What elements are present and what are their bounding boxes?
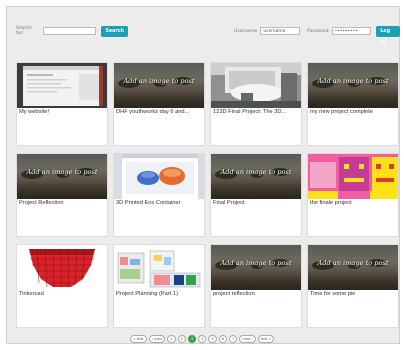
project-title[interactable]: Time for some pie <box>308 290 398 297</box>
page-2[interactable]: 2 <box>177 335 186 343</box>
placeholder-text: Add an image to post <box>123 77 195 85</box>
placeholder-text: Add an image to post <box>26 168 98 176</box>
project-thumbnail[interactable] <box>17 63 107 108</box>
page-4[interactable]: 4 <box>198 335 207 343</box>
page-prev[interactable]: ‹ prev <box>148 335 166 343</box>
username-field[interactable]: username <box>260 27 301 35</box>
tinkercad-model-thumb <box>17 245 107 290</box>
placeholder-text: Add an image to post <box>317 259 389 267</box>
project-card[interactable]: 3D Printed Eos Container <box>113 153 205 237</box>
project-thumbnail[interactable]: Add an image to post <box>308 63 398 108</box>
password-field[interactable]: ••••••••• <box>331 27 372 35</box>
login-button[interactable]: Log In <box>376 25 400 45</box>
placeholder-text: Add an image to post <box>317 77 389 85</box>
top-bar: Search for: Search Username username Pas… <box>6 16 400 46</box>
project-title[interactable]: DHF youthworks day 6 and... <box>114 108 204 115</box>
project-thumbnail[interactable] <box>308 154 398 199</box>
project-thumbnail[interactable] <box>17 245 107 290</box>
pixel-smileys-thumb <box>308 154 398 199</box>
pagination: « first ‹ prev 1 2 3 4 5 6 7 next › last… <box>0 335 404 345</box>
project-title[interactable]: project reflection <box>211 290 301 297</box>
placeholder-text: Add an image to post <box>220 168 292 176</box>
page-6[interactable]: 6 <box>218 335 228 343</box>
page-7[interactable]: 7 <box>229 335 238 343</box>
project-card[interactable]: 123D Final Project: The 3D... <box>210 62 302 146</box>
project-title[interactable]: my new project complete <box>308 108 398 115</box>
project-grid: My website! Add an image to post DHF you… <box>16 62 402 328</box>
project-title[interactable]: 123D Final Project: The 3D... <box>211 108 301 115</box>
project-thumbnail[interactable]: Add an image to post <box>17 154 107 199</box>
search-input[interactable] <box>43 27 97 35</box>
page-first[interactable]: « first <box>130 335 147 343</box>
3d-print-photo-thumb <box>211 63 301 108</box>
project-card[interactable]: Add an image to post my new project comp… <box>307 62 399 146</box>
project-card[interactable]: Project Planning (Part 1) <box>113 244 205 328</box>
project-thumbnail[interactable] <box>114 154 204 199</box>
floor-plan-thumb <box>114 245 204 290</box>
project-card[interactable]: Add an image to post DHF youthworks day … <box>113 62 205 146</box>
project-thumbnail[interactable] <box>211 63 301 108</box>
project-card[interactable]: Add an image to post Project Reflection <box>16 153 108 237</box>
placeholder-text: Add an image to post <box>220 259 292 267</box>
search-button[interactable]: Search <box>101 25 128 37</box>
project-thumbnail[interactable] <box>114 245 204 290</box>
3d-model-render-thumb <box>114 154 204 199</box>
project-thumbnail[interactable]: Add an image to post <box>211 154 301 199</box>
project-title[interactable]: Tinkercad <box>17 290 107 297</box>
page-3-current[interactable]: 3 <box>187 335 197 343</box>
search-label: Search for: <box>16 26 32 36</box>
project-thumbnail[interactable]: Add an image to post <box>211 245 301 290</box>
project-card[interactable]: My website! <box>16 62 108 146</box>
project-card[interactable]: Add an image to post project reflection <box>210 244 302 328</box>
project-thumbnail[interactable]: Add an image to post <box>114 63 204 108</box>
project-card[interactable]: Tinkercad <box>16 244 108 328</box>
project-title[interactable]: the finale project <box>308 199 398 206</box>
username-label: Username <box>233 28 258 34</box>
project-title[interactable]: 3D Printed Eos Container <box>114 199 204 206</box>
project-title[interactable]: Project Planning (Part 1) <box>114 290 204 297</box>
page-last[interactable]: last » <box>257 335 274 343</box>
page-next[interactable]: next › <box>239 335 256 343</box>
project-thumbnail[interactable]: Add an image to post <box>308 245 398 290</box>
project-card[interactable]: the finale project <box>307 153 399 237</box>
project-title[interactable]: My website! <box>17 108 107 115</box>
page-1[interactable]: 1 <box>167 335 176 343</box>
project-card[interactable]: Add an image to post Final Project <box>210 153 302 237</box>
project-card[interactable]: Add an image to post Time for some pie <box>307 244 399 328</box>
project-title[interactable]: Final Project <box>211 199 301 206</box>
website-screenshot-thumb <box>17 63 107 108</box>
project-title[interactable]: Project Reflection <box>17 199 107 206</box>
password-label: Password <box>307 28 329 34</box>
page-5[interactable]: 5 <box>208 335 217 343</box>
